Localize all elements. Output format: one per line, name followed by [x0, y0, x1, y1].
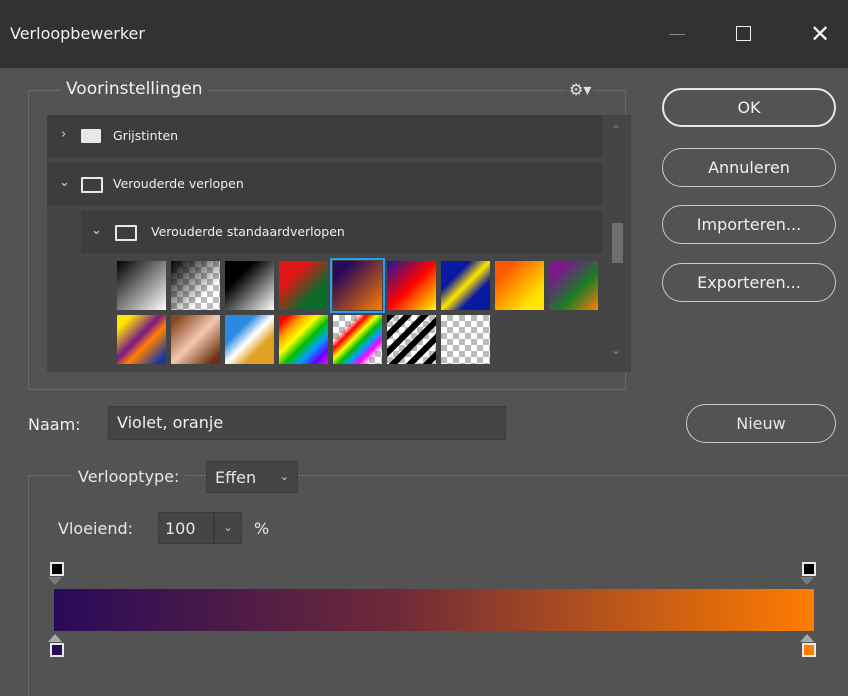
- scrollbar-thumb[interactable]: [612, 223, 623, 263]
- gradient-swatch[interactable]: [225, 315, 274, 364]
- gradient-swatch-selected[interactable]: [330, 258, 385, 313]
- gradient-type-select[interactable]: Effen ⌄: [206, 461, 298, 493]
- presets-scrollbar[interactable]: ⌃ ⌄: [603, 115, 631, 372]
- folder-row-grijstinten[interactable]: › Grijstinten: [47, 115, 603, 157]
- opacity-stop-pointer: [800, 577, 814, 585]
- folder-label: Verouderde standaardverlopen: [151, 224, 345, 239]
- folder-row-verouderde-verlopen[interactable]: ⌄ Verouderde verlopen: [47, 163, 603, 205]
- presets-legend: Voorinstellingen: [60, 79, 209, 99]
- folder-icon: [81, 129, 101, 143]
- gradient-swatch[interactable]: [117, 261, 166, 310]
- gradient-swatch[interactable]: [549, 261, 598, 310]
- gradient-swatch[interactable]: [333, 315, 382, 364]
- smoothness-unit: %: [254, 519, 270, 538]
- presets-list[interactable]: › Grijstinten ⌄ Verouderde verlopen ⌄ Ve…: [47, 115, 631, 372]
- opacity-stop-right[interactable]: [802, 562, 816, 576]
- folder-label: Verouderde verlopen: [113, 176, 244, 191]
- color-stop-pointer: [48, 634, 62, 642]
- opacity-stop-pointer: [48, 577, 62, 585]
- title-bar: Verloopbewerker ✕: [0, 0, 848, 68]
- gear-icon[interactable]: ⚙▾: [566, 80, 595, 99]
- gradient-type-value: Effen: [215, 468, 257, 487]
- smoothness-label: Vloeiend:: [58, 519, 133, 538]
- smoothness-dropdown[interactable]: ⌄: [214, 512, 242, 544]
- gradient-swatch[interactable]: [117, 315, 166, 364]
- name-label: Naam:: [28, 415, 81, 434]
- gradient-swatch[interactable]: [441, 261, 490, 310]
- gradient-swatch[interactable]: [387, 261, 436, 310]
- chevron-right-icon[interactable]: ›: [61, 127, 66, 142]
- name-input[interactable]: Violet, oranje: [108, 406, 506, 440]
- chevron-up-icon[interactable]: ⌃: [611, 123, 621, 137]
- opacity-stop-left[interactable]: [50, 562, 64, 576]
- folder-open-icon: [115, 225, 137, 241]
- gradient-swatch[interactable]: [441, 315, 490, 364]
- minimize-button[interactable]: [657, 14, 697, 54]
- folder-open-icon: [81, 177, 103, 193]
- color-stop-left[interactable]: [50, 643, 64, 657]
- gradient-type-label: Verlooptype:: [72, 467, 186, 486]
- gradient-swatch[interactable]: [279, 315, 328, 364]
- ok-button[interactable]: OK: [662, 88, 836, 127]
- chevron-down-icon: ⌄: [279, 470, 289, 483]
- import-button[interactable]: Importeren...: [662, 205, 836, 244]
- cancel-button[interactable]: Annuleren: [662, 148, 836, 187]
- gradient-swatch[interactable]: [171, 315, 220, 364]
- folder-row-verouderde-standaardverlopen[interactable]: ⌄ Verouderde standaardverlopen: [81, 211, 603, 253]
- maximize-button[interactable]: [725, 14, 765, 54]
- gradient-swatch[interactable]: [171, 261, 220, 310]
- chevron-down-icon[interactable]: ⌄: [59, 175, 70, 190]
- gradient-swatch[interactable]: [387, 315, 436, 364]
- color-stop-right[interactable]: [802, 643, 816, 657]
- gradient-swatch[interactable]: [225, 261, 274, 310]
- gradient-type-group: [28, 475, 848, 696]
- smoothness-input[interactable]: 100: [158, 512, 214, 544]
- chevron-down-icon[interactable]: ⌄: [611, 343, 621, 357]
- chevron-down-icon[interactable]: ⌄: [91, 223, 102, 238]
- close-button[interactable]: ✕: [800, 14, 840, 54]
- color-stop-pointer: [800, 634, 814, 642]
- export-button[interactable]: Exporteren...: [662, 263, 836, 302]
- folder-label: Grijstinten: [113, 128, 179, 143]
- new-button[interactable]: Nieuw: [686, 404, 836, 443]
- gradient-bar[interactable]: [54, 589, 814, 631]
- gradient-swatch[interactable]: [495, 261, 544, 310]
- gradient-swatch[interactable]: [279, 261, 328, 310]
- window-title: Verloopbewerker: [10, 24, 145, 43]
